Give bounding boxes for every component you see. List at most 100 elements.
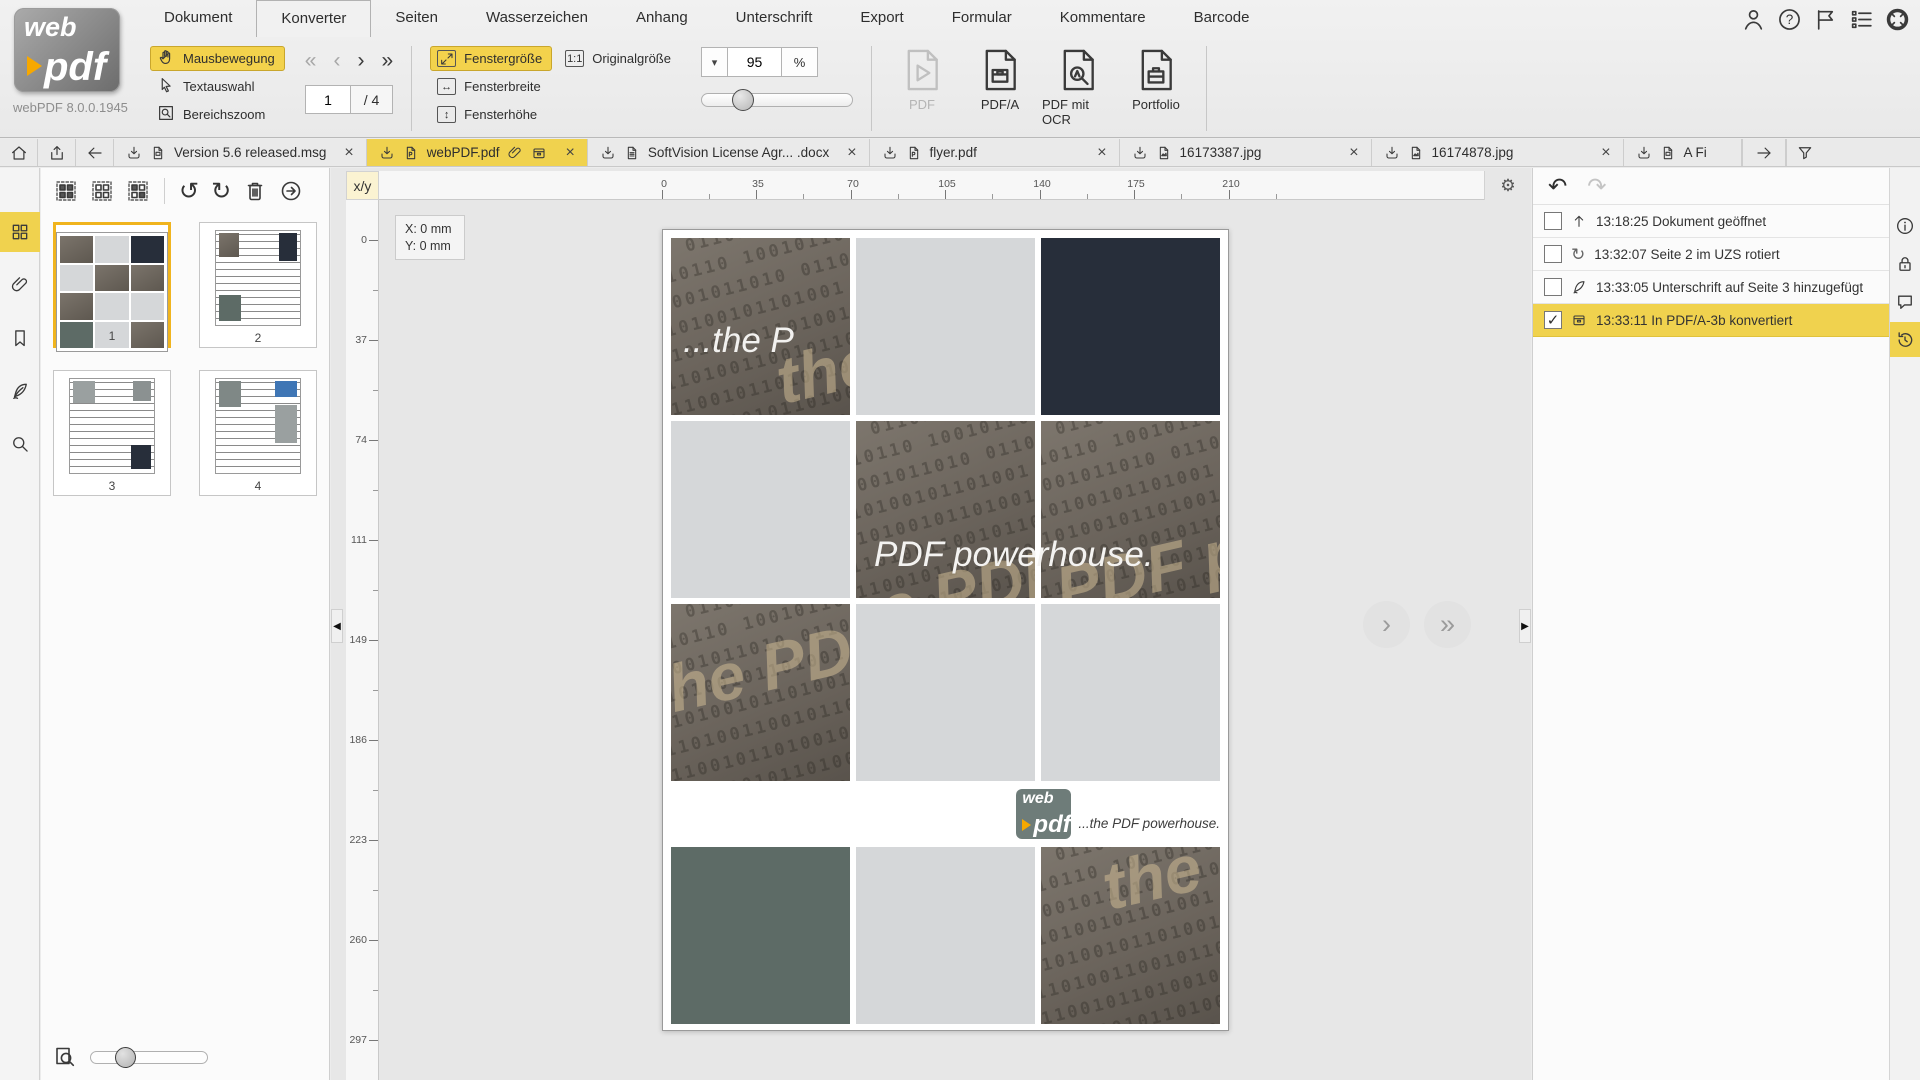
redo-button[interactable]: ↷ [1587,173,1606,200]
security-tool[interactable] [1890,246,1920,281]
delete-page-icon[interactable] [243,179,267,203]
sidebar-bookmarks-tool[interactable] [0,318,40,358]
history-checkbox-checked[interactable]: ✓ [1544,311,1562,329]
sidebar-signature-tool[interactable] [0,371,40,411]
page-thumbnail-3[interactable]: 3 [53,370,171,496]
fensterbreite-button[interactable]: ↔ Fensterbreite [430,74,552,99]
support-icon[interactable] [1885,7,1910,37]
ruler-tick-label: 111 [351,534,367,546]
sidebar-attachments-tool[interactable] [0,265,40,305]
sidebar-search-tool[interactable] [0,424,40,464]
history-tool[interactable] [1890,322,1920,357]
thumbnail-size-slider-thumb[interactable] [115,1047,136,1068]
tab-filter-button[interactable] [1786,139,1824,166]
close-tab-icon[interactable]: × [847,144,856,162]
convert-pdf-label: PDF [909,97,935,112]
textauswahl-button[interactable]: Textauswahl [150,74,285,99]
fensterhoehe-button[interactable]: ↕ Fensterhöhe [430,102,552,127]
close-tab-icon[interactable]: × [344,144,353,162]
menu-unterschrift[interactable]: Unterschrift [712,0,837,37]
prev-page-button[interactable]: ‹ [333,49,340,73]
list-icon[interactable] [1849,7,1874,37]
menu-barcode[interactable]: Barcode [1170,0,1274,37]
menu-konverter[interactable]: Konverter [256,0,371,37]
close-tab-icon[interactable]: × [565,144,574,162]
download-icon [882,145,898,161]
menu-wasserzeichen[interactable]: Wasserzeichen [462,0,612,37]
page-thumbnail-1[interactable]: 1 [53,222,171,348]
document-canvas[interactable]: x/y 0 35 70 105 140 175 210 ⚙ 0 37 74 11… [331,168,1531,1080]
history-checkbox[interactable] [1544,245,1562,263]
menu-seiten[interactable]: Seiten [371,0,462,37]
history-item-signature[interactable]: 13:33:05 Unterschrift auf Seite 3 hinzug… [1533,271,1889,304]
last-page-button[interactable]: » [381,49,393,73]
history-item-converted[interactable]: ✓ 13:33:11 In PDF/A-3b konvertiert [1533,304,1889,337]
undo-button[interactable]: ↶ [1548,173,1567,200]
page-number-input[interactable] [305,85,351,114]
history-checkbox[interactable] [1544,212,1562,230]
originalgroesse-button[interactable]: 1:1 Originalgröße [558,46,681,71]
ruler-units-toggle[interactable]: x/y [346,171,379,200]
zoom-slider-thumb[interactable] [732,89,754,111]
history-checkbox[interactable] [1544,278,1562,296]
rotate-ccw-button[interactable]: ↺ [179,177,199,206]
menu-kommentare[interactable]: Kommentare [1036,0,1170,37]
page-thumbnail-4[interactable]: 4 [199,370,317,496]
menu-dokument[interactable]: Dokument [140,0,256,37]
help-icon[interactable]: ? [1777,7,1802,37]
zoom-dropdown-button[interactable]: ▾ [701,47,728,77]
menu-formular[interactable]: Formular [928,0,1036,37]
canvas-settings-button[interactable]: ⚙ [1484,171,1531,200]
close-tab-icon[interactable]: × [1097,144,1106,162]
thumbnail-size-slider[interactable] [90,1051,208,1064]
convert-pdfa-button[interactable]: PDF/A [964,46,1036,127]
tab-scroll-right-button[interactable] [1742,139,1786,166]
home-button[interactable] [0,139,38,166]
zoom-slider[interactable] [701,93,853,107]
open-upload-button[interactable] [38,139,76,166]
page-thumbnail-2[interactable]: 2 [199,222,317,348]
convert-ocr-button[interactable]: PDF mit OCR [1042,46,1114,127]
zoom-unit-button[interactable]: % [782,47,818,77]
download-icon [126,145,142,161]
tab-16173387-jpg[interactable]: 16173387.jpg × [1120,139,1372,166]
deselect-all-icon[interactable] [90,179,114,203]
tab-webpdf-pdf[interactable]: webPDF.pdf × [367,139,588,166]
sidebar-thumbnails-tool[interactable] [0,212,40,252]
close-tab-icon[interactable]: × [1349,144,1358,162]
comments-tool[interactable] [1890,284,1920,319]
select-all-icon[interactable] [54,179,78,203]
tab-flyer-pdf[interactable]: flyer.pdf × [870,139,1120,166]
user-icon[interactable] [1741,7,1766,37]
tab-version-msg[interactable]: Version 5.6 released.msg × [114,139,367,166]
zoom-value-input[interactable] [728,47,782,77]
last-page-overlay-button[interactable]: » [1424,601,1471,648]
history-item-opened[interactable]: 13:18:25 Dokument geöffnet [1533,205,1889,238]
collapse-left-panel-button[interactable]: ◀ [331,609,343,643]
ruler-tick-label: 140 [1032,178,1052,190]
flag-icon[interactable] [1813,7,1838,37]
bereichszoom-button[interactable]: Bereichszoom [150,102,285,127]
rotate-cw-button[interactable]: ↻ [211,177,231,206]
tab-16174878-jpg[interactable]: 16174878.jpg × [1372,139,1624,166]
convert-pdf-button: PDF [886,46,958,127]
history-item-rotated[interactable]: ↻ 13:32:07 Seite 2 im UZS rotiert [1533,238,1889,271]
first-page-button[interactable]: « [305,49,317,73]
menu-anhang[interactable]: Anhang [612,0,712,37]
convert-portfolio-button[interactable]: Portfolio [1120,46,1192,127]
menu-export[interactable]: Export [836,0,927,37]
expand-right-panel-button[interactable]: ▶ [1519,609,1531,643]
extract-page-icon[interactable] [279,179,303,203]
next-page-button[interactable]: › [357,49,364,73]
invert-selection-icon[interactable] [126,179,150,203]
close-tab-icon[interactable]: × [1601,144,1610,162]
info-tool[interactable] [1890,208,1920,243]
fenstergroesse-button[interactable]: Fenstergröße [430,46,552,71]
pdf-page[interactable]: 01101001011010010110100101101001 1001011… [662,229,1229,1031]
back-button[interactable] [76,139,114,166]
next-page-overlay-button[interactable]: › [1363,601,1410,648]
upload-icon [1571,213,1587,229]
mausbewegung-button[interactable]: Mausbewegung [150,46,285,71]
tab-softvision-docx[interactable]: SoftVision License Agr... .docx × [588,139,870,166]
tab-truncated[interactable]: A Fi [1624,139,1742,166]
